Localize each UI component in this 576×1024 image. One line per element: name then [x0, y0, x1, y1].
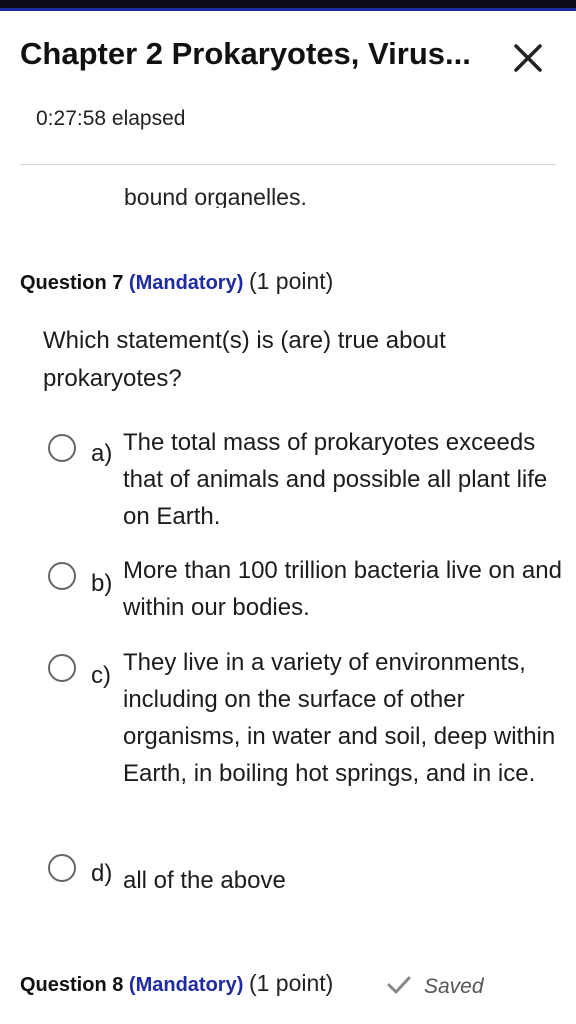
option-c-letter: c) — [91, 662, 111, 689]
option-b-radio[interactable] — [48, 562, 76, 590]
previous-option-text: bound organelles. — [124, 180, 307, 208]
option-d[interactable]: d) all of the above — [0, 852, 576, 902]
option-a[interactable]: a) The total mass of prokaryotes exceeds… — [0, 426, 576, 536]
option-b-letter: b) — [91, 570, 113, 597]
option-c-radio[interactable] — [48, 654, 76, 682]
option-d-letter: d) — [91, 860, 113, 887]
option-b-text: More than 100 trillion bacteria live on … — [123, 557, 562, 621]
option-c-text: They live in a variety of environments, … — [123, 649, 556, 787]
question-7-mandatory: (Mandatory) — [128, 272, 244, 294]
quiz-page: Chapter 2 Prokaryotes, Virus... 0:27:58 … — [0, 0, 576, 1024]
option-a-letter: a) — [91, 440, 113, 467]
question-8-heading: Question 8 (Mandatory) (1 point) — [20, 970, 333, 997]
question-8-label: Question 8 — [20, 974, 124, 996]
top-accent-line — [0, 8, 576, 11]
option-b[interactable]: b) More than 100 trillion bacteria live … — [0, 556, 576, 626]
check-icon — [387, 976, 411, 994]
quiz-title: Chapter 2 Prokaryotes, Virus... — [20, 36, 471, 71]
question-7-prompt: Which statement(s) is (are) true about p… — [43, 327, 446, 392]
question-8-mandatory: (Mandatory) — [128, 974, 244, 996]
close-icon — [514, 44, 542, 72]
header-divider — [20, 164, 556, 165]
option-d-radio[interactable] — [48, 854, 76, 882]
question-8-points: (1 point) — [248, 970, 334, 996]
saved-status-text: Saved — [424, 975, 484, 998]
question-7-points: (1 point) — [248, 268, 334, 294]
elapsed-timer: 0:27:58 elapsed — [36, 107, 186, 130]
option-a-text: The total mass of prokaryotes exceeds th… — [123, 429, 548, 530]
option-c[interactable]: c) They live in a variety of environment… — [0, 648, 576, 828]
question-7-label: Question 7 — [20, 272, 124, 294]
option-a-radio[interactable] — [48, 434, 76, 462]
top-bar — [0, 0, 576, 8]
saved-status: Saved — [386, 975, 484, 999]
option-d-text: all of the above — [123, 867, 286, 894]
question-7-heading: Question 7 (Mandatory) (1 point) — [20, 268, 333, 295]
previous-option-text-content: bound organelles. — [124, 184, 307, 208]
close-button[interactable] — [510, 40, 546, 76]
